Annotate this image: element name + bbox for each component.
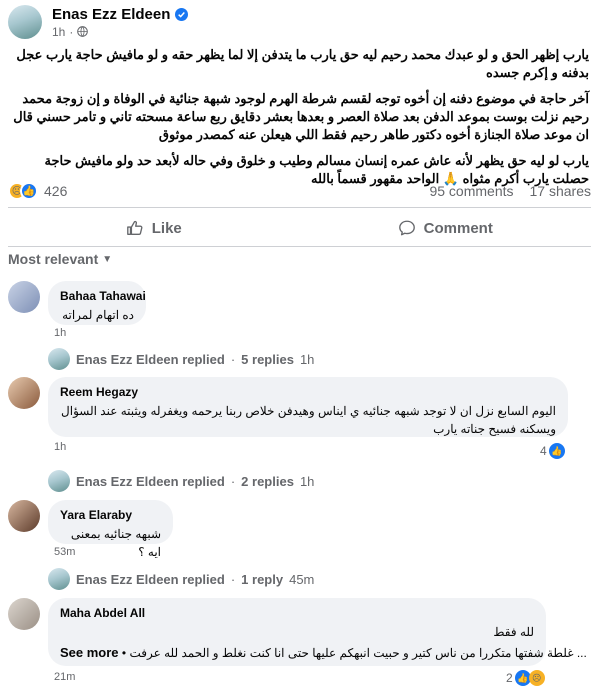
reactions-summary: ☹ 👍 426 95 comments 17 shares: [8, 180, 591, 202]
comment-bubble: Reem Hegazy اليوم السابع نزل ان لا توجد …: [48, 377, 568, 437]
reply-avatar: [48, 348, 70, 370]
view-replies-link[interactable]: Enas Ezz Eldeen replied · 2 replies 1h: [48, 470, 314, 492]
comment-sort-dropdown[interactable]: Most relevant ▼: [8, 251, 112, 267]
post-body: يارب إظهر الحق و لو عبدك محمد رحيم ليه ح…: [8, 46, 589, 196]
comment-reaction-count: 2: [506, 671, 513, 685]
commenter-avatar[interactable]: [8, 598, 40, 630]
comments-count[interactable]: 95 comments: [429, 183, 513, 199]
sort-label: Most relevant: [8, 251, 99, 267]
verified-badge-icon: [175, 7, 189, 21]
comment-text-truncated: • غلطة شفتها متكررا من ناس كتير و حبيت ا…: [121, 646, 587, 660]
comment-bubble: Yara Elaraby شبهه جنائيه بمعنى ايه ؟: [48, 500, 173, 559]
commenter-name[interactable]: Bahaa Tahawai: [60, 289, 146, 303]
comment-reaction-count: 4: [540, 444, 547, 458]
comment-text: ده اتهام لمراته: [62, 308, 134, 322]
comment-text: لله فقط: [493, 625, 534, 639]
like-label: Like: [151, 219, 182, 237]
reply-count: 5 replies: [241, 351, 294, 367]
post-actions: Like Comment: [8, 212, 591, 244]
post-paragraph: آخر حاجة في موضوع دفنه إن أخوه توجه لقسم…: [13, 91, 589, 142]
reply-author: Enas Ezz Eldeen replied: [76, 473, 225, 489]
reply-count: 2 replies: [241, 473, 294, 489]
commenter-name[interactable]: Yara Elaraby: [60, 508, 161, 522]
reply-author: Enas Ezz Eldeen replied: [76, 351, 225, 367]
comment-time[interactable]: 53m: [54, 546, 75, 558]
see-more-link[interactable]: See more: [60, 645, 119, 660]
like-reaction-icon: 👍: [548, 443, 565, 459]
divider: [8, 207, 591, 208]
comment-reactions[interactable]: 4 👍: [540, 443, 565, 459]
commenter-name[interactable]: Reem Hegazy: [60, 385, 556, 399]
sad-reaction-icon: ☹: [528, 670, 545, 686]
shares-count[interactable]: 17 shares: [530, 183, 591, 199]
comment: Yara Elaraby شبهه جنائيه بمعنى ايه ؟ 53m: [8, 500, 591, 560]
reply-avatar: [48, 568, 70, 590]
reactions-count[interactable]: ☹ 👍 426: [8, 182, 67, 200]
like-reaction-icon: 👍: [20, 182, 38, 200]
reaction-total: 426: [44, 183, 68, 199]
reply-time: 1h: [299, 473, 315, 489]
reply-time: 45m: [289, 571, 315, 587]
divider: [8, 246, 591, 247]
author-name[interactable]: Enas Ezz Eldeen: [52, 6, 170, 23]
like-button[interactable]: Like: [8, 212, 300, 244]
commenter-avatar[interactable]: [8, 377, 40, 409]
comment-button[interactable]: Comment: [300, 212, 592, 244]
comment-time[interactable]: 1h: [54, 327, 66, 339]
reply-count: 1 reply: [241, 571, 284, 587]
comment-text-continued: See more • غلطة شفتها متكررا من ناس كتير…: [60, 645, 587, 660]
reply-time: 1h: [299, 351, 315, 367]
reply-author: Enas Ezz Eldeen replied: [76, 571, 225, 587]
comment-bubble-icon: [398, 220, 415, 236]
post-paragraph: يارب إظهر الحق و لو عبدك محمد رحيم ليه ح…: [16, 47, 589, 80]
comment-label: Comment: [423, 219, 493, 237]
comment-bubble: Bahaa Tahawai ده اتهام لمراته: [48, 281, 146, 325]
commenter-name[interactable]: Maha Abdel All: [60, 606, 534, 620]
post-header: Enas Ezz Eldeen 1h ·: [8, 4, 189, 40]
globe-icon: [77, 26, 89, 37]
view-replies-link[interactable]: Enas Ezz Eldeen replied · 1 reply 45m: [48, 568, 314, 590]
commenter-avatar[interactable]: [8, 281, 40, 313]
reply-avatar: [48, 470, 70, 492]
comment-time[interactable]: 21m: [54, 671, 75, 683]
commenter-avatar[interactable]: [8, 500, 40, 532]
comment-text: اليوم السابع نزل ان لا توجد شبهه جنائيه …: [61, 404, 556, 436]
author-avatar[interactable]: [8, 5, 42, 39]
post-time[interactable]: 1h: [52, 25, 65, 39]
comment: Reem Hegazy اليوم السابع نزل ان لا توجد …: [8, 377, 591, 463]
view-replies-link[interactable]: Enas Ezz Eldeen replied · 5 replies 1h: [48, 348, 314, 370]
caret-down-icon: ▼: [102, 253, 113, 265]
comment-reactions[interactable]: 2 👍 ☹: [506, 670, 545, 686]
comment: Maha Abdel All لله فقط See more • غلطة ش…: [8, 598, 591, 686]
thumbs-up-icon: [126, 220, 143, 235]
comment: Bahaa Tahawai ده اتهام لمراته 1h: [8, 281, 591, 341]
comment-time[interactable]: 1h: [54, 441, 66, 453]
comment-bubble: Maha Abdel All لله فقط See more • غلطة ش…: [48, 598, 587, 666]
